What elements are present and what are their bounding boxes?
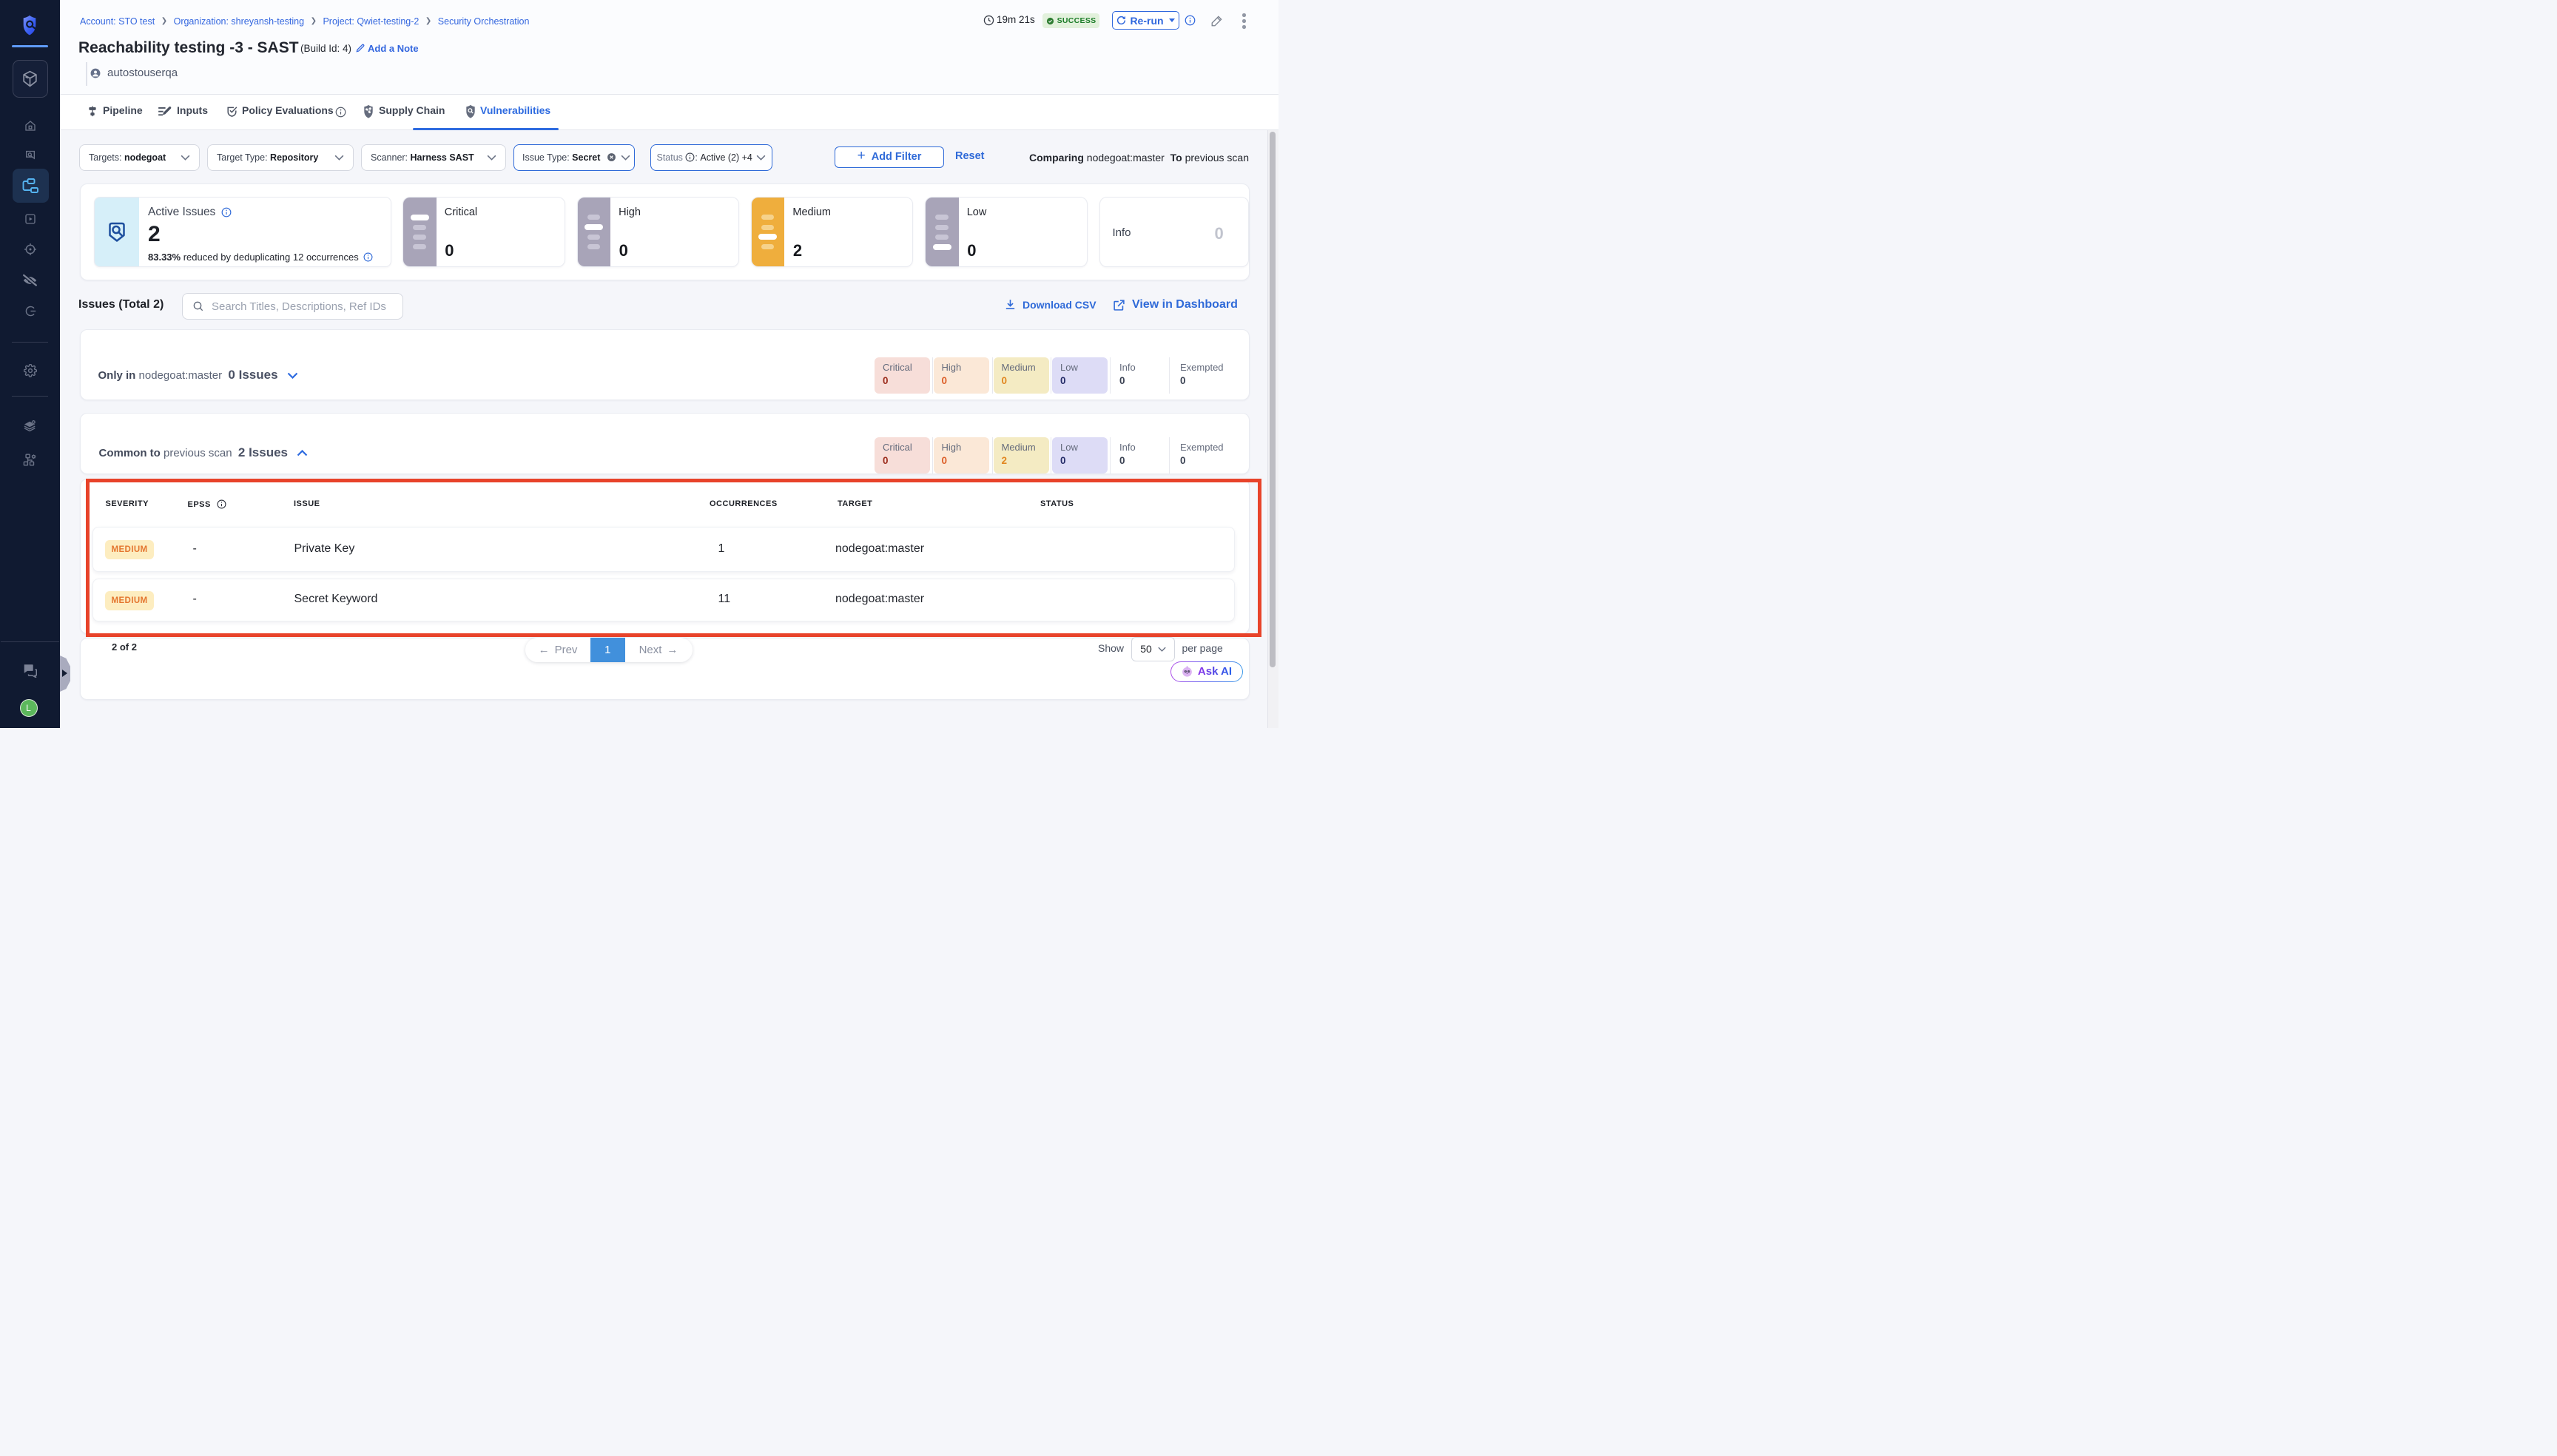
svg-text:?: ? xyxy=(27,665,30,672)
